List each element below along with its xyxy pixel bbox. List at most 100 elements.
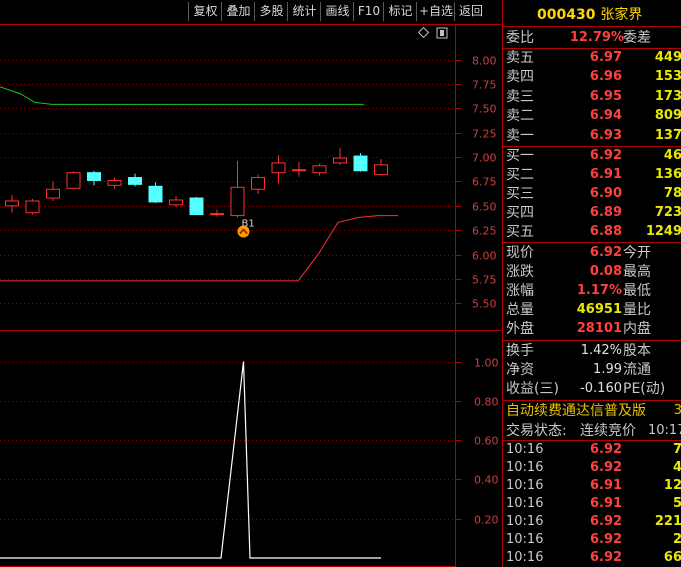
ask-row: 卖四 6.96 153 bbox=[503, 68, 681, 86]
candle-body bbox=[107, 179, 122, 186]
y-tick-label: 0.80 bbox=[474, 396, 499, 409]
tick-time: 10:16 bbox=[506, 442, 544, 457]
y-tick-label: 6.75 bbox=[472, 176, 497, 189]
tick-price: 6.92 bbox=[590, 460, 623, 475]
y-tick-label: 6.25 bbox=[472, 225, 497, 238]
lower-band-line bbox=[0, 215, 398, 282]
tick-price: 6.92 bbox=[590, 532, 623, 547]
bid-row: 买三 6.90 78 bbox=[503, 185, 681, 203]
ask-volume: 153 bbox=[654, 69, 681, 85]
bid-row: 买五 6.88 1249 bbox=[503, 223, 681, 241]
quote-value: 0.08 bbox=[589, 264, 622, 279]
order-ratio-row: 委比 12.79% 委差 bbox=[503, 29, 681, 47]
ask-label: 卖五 bbox=[506, 50, 534, 66]
finance-label-2: 流通 bbox=[623, 362, 651, 378]
candle-body bbox=[46, 188, 60, 199]
quote-value: 6.92 bbox=[589, 245, 622, 260]
tick-time: 10:16 bbox=[506, 550, 544, 565]
bid-label: 买二 bbox=[506, 167, 534, 183]
candle-body bbox=[312, 165, 327, 174]
y-tick-label: 7.75 bbox=[472, 79, 497, 92]
finance-row: 净资 1.99 流通 bbox=[503, 361, 681, 379]
divider bbox=[503, 242, 681, 243]
tick-volume: 7 bbox=[672, 442, 681, 457]
y-tick-label: 6.00 bbox=[472, 250, 497, 263]
notice-text[interactable]: 自动续费通达信普及版 bbox=[506, 402, 646, 420]
ask-volume: 809 bbox=[654, 108, 681, 124]
finance-row: 收益(三) -0.160 PE(动) bbox=[503, 380, 681, 398]
candle-body bbox=[189, 197, 204, 216]
y-tick-label: 7.50 bbox=[472, 103, 497, 116]
stock-name: 张家界 bbox=[600, 7, 643, 23]
y-tick-label: 0.60 bbox=[474, 435, 499, 448]
tick-price: 6.92 bbox=[590, 442, 623, 457]
order-ratio-label: 委比 bbox=[506, 30, 534, 46]
tick-time: 10:16 bbox=[506, 478, 544, 493]
finance-label-2: 股本 bbox=[623, 343, 651, 359]
ask-price: 6.96 bbox=[589, 69, 622, 85]
finance-label: 收益(三) bbox=[506, 381, 559, 397]
candle-body bbox=[148, 185, 163, 203]
bid-volume: 1249 bbox=[645, 224, 681, 239]
y-tick-label: 0.40 bbox=[474, 474, 499, 487]
tick-volume: 4 bbox=[672, 460, 681, 475]
tick-row: 10:16 6.92 4 bbox=[503, 459, 681, 477]
candle-body bbox=[66, 172, 81, 189]
ask-price: 6.95 bbox=[589, 88, 622, 104]
upper-band-line bbox=[0, 86, 364, 105]
stock-code: 000430 bbox=[537, 7, 596, 23]
ask-price: 6.93 bbox=[589, 127, 622, 143]
tick-price: 6.91 bbox=[590, 496, 623, 511]
candle-body bbox=[271, 162, 286, 174]
ask-row: 卖二 6.94 809 bbox=[503, 107, 681, 125]
finance-row: 换手 1.42% 股本 bbox=[503, 342, 681, 360]
tick-row: 10:16 6.92 2 bbox=[503, 531, 681, 549]
finance-label: 净资 bbox=[506, 362, 534, 378]
kline-chart-area[interactable]: 8.00 7.75 7.50 7.25 7.00 6.75 6.50 6.25 6.00 5.75… bbox=[0, 0, 502, 567]
tick-time: 10:16 bbox=[506, 514, 544, 529]
bid-label: 买四 bbox=[506, 205, 534, 221]
quote-label-2: 最高 bbox=[623, 264, 651, 280]
tick-row: 10:16 6.92 66 bbox=[503, 549, 681, 567]
quote-row: 现价 6.92 今开 bbox=[503, 244, 681, 262]
order-ratio-value: 12.79% bbox=[569, 30, 624, 45]
y-tick-label: 7.25 bbox=[472, 128, 497, 141]
trade-status-row: 交易状态: 连续竞价 10:17 bbox=[503, 422, 681, 440]
ask-price: 6.97 bbox=[589, 50, 622, 65]
bid-volume: 46 bbox=[663, 148, 681, 163]
quote-row: 涨幅 1.17% 最低 bbox=[503, 282, 681, 300]
bid-volume: 723 bbox=[654, 205, 681, 220]
indicator-line bbox=[0, 361, 381, 559]
order-diff-label: 委差 bbox=[623, 30, 651, 46]
y-tick-label: 6.50 bbox=[472, 201, 497, 214]
tick-row: 10:16 6.91 5 bbox=[503, 495, 681, 513]
finance-value: 1.42% bbox=[580, 343, 622, 358]
quote-label: 现价 bbox=[506, 245, 534, 261]
quote-label: 涨幅 bbox=[506, 283, 534, 299]
quote-label-2: 量比 bbox=[623, 302, 651, 318]
notice-row[interactable]: 自动续费通达信普及版 3 bbox=[503, 402, 681, 420]
tick-time: 10:16 bbox=[506, 460, 544, 475]
tick-volume: 2 bbox=[672, 532, 681, 547]
ask-row: 卖五 6.97 449 bbox=[503, 49, 681, 67]
quote-row: 涨跌 0.08 最高 bbox=[503, 263, 681, 281]
bid-row: 买四 6.89 723 bbox=[503, 204, 681, 222]
ask-label: 卖三 bbox=[506, 88, 534, 105]
diamond-icon[interactable] bbox=[417, 26, 430, 39]
tick-row: 10:16 6.92 7 bbox=[503, 441, 681, 459]
quote-label: 涨跌 bbox=[506, 264, 534, 280]
candle-body bbox=[25, 200, 40, 214]
divider bbox=[503, 340, 681, 341]
quote-label-2: 最低 bbox=[623, 283, 651, 299]
tick-price: 6.91 bbox=[590, 478, 623, 493]
ask-volume: 449 bbox=[654, 50, 681, 65]
bid-row: 买一 6.92 46 bbox=[503, 147, 681, 165]
tick-volume: 221 bbox=[654, 514, 681, 529]
quote-value: 46951 bbox=[576, 302, 622, 317]
quote-label: 总量 bbox=[506, 302, 534, 318]
quote-row: 外盘 28101 内盘 bbox=[503, 320, 681, 338]
notice-tail: 3 bbox=[673, 403, 681, 418]
candle-body bbox=[210, 213, 224, 216]
restore-window-icon[interactable] bbox=[436, 27, 448, 39]
candle-body bbox=[292, 169, 306, 172]
